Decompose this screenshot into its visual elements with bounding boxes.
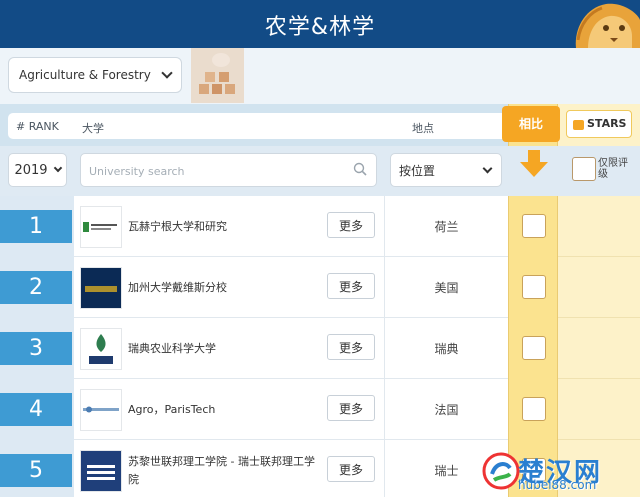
page-title: 农学&林学: [264, 15, 376, 40]
year-selected: 2019: [14, 162, 48, 178]
university-search-input[interactable]: [89, 161, 339, 181]
lion-mascot-icon: [575, 3, 640, 48]
subject-dropdown[interactable]: Agriculture & Forestry: [8, 57, 182, 93]
compare-checkbox[interactable]: [522, 336, 546, 360]
rank-number: 1: [0, 210, 72, 243]
subject-selected: Agriculture & Forestry: [19, 68, 151, 82]
rank-column-header[interactable]: # RANK: [16, 120, 59, 133]
university-name[interactable]: 瑞典农业科学大学: [128, 318, 318, 379]
location-dropdown[interactable]: 按位置: [390, 153, 502, 187]
university-column-header[interactable]: 大学: [82, 120, 104, 136]
chevron-down-icon: [161, 67, 173, 79]
table-row: 3 瑞典农业科学大学 更多 瑞典: [0, 318, 640, 379]
agroparistech-logo: [80, 389, 122, 431]
rank-number: 5: [0, 454, 72, 487]
subject-bar: Agriculture & Forestry: [0, 48, 640, 104]
table-row: 4 Agro，ParisTech 更多 法国: [0, 379, 640, 440]
location-selected: 按位置: [399, 163, 436, 178]
compare-checkbox[interactable]: [522, 214, 546, 238]
compare-checkbox[interactable]: [522, 275, 546, 299]
stars-only-checkbox[interactable]: [572, 157, 596, 181]
search-icon[interactable]: [353, 162, 367, 176]
watermark-url: hubei88.com: [518, 478, 597, 492]
wageningen-logo: [80, 206, 122, 248]
university-name[interactable]: 瓦赫宁根大学和研究: [128, 196, 318, 257]
year-dropdown[interactable]: 2019: [8, 153, 67, 187]
arrow-down-icon: [520, 150, 548, 177]
country-name: 瑞典: [434, 342, 459, 356]
more-button[interactable]: 更多: [327, 212, 375, 238]
more-button[interactable]: 更多: [327, 334, 375, 360]
chevron-down-icon: [482, 163, 493, 173]
location-column-header[interactable]: 地点: [412, 120, 434, 136]
country-name: 美国: [434, 281, 459, 295]
country-name: 荷兰: [434, 220, 459, 234]
stars-only-label: 仅限评级: [598, 158, 628, 180]
eth-logo: [80, 450, 122, 492]
country-name: 法国: [434, 403, 459, 417]
ucdavis-logo: [80, 267, 122, 309]
rank-number: 3: [0, 332, 72, 365]
rank-number: 4: [0, 393, 72, 426]
university-name[interactable]: 加州大学戴维斯分校: [128, 257, 318, 318]
chevron-down-icon: [53, 163, 62, 173]
stars-column-header[interactable]: STARS: [566, 110, 632, 138]
slu-logo: [80, 328, 122, 370]
more-button[interactable]: 更多: [327, 273, 375, 299]
search-box: [80, 153, 377, 187]
more-button[interactable]: 更多: [327, 395, 375, 421]
table-row: 2 加州大学戴维斯分校 更多 美国: [0, 257, 640, 318]
page-header: 农学&林学: [0, 0, 640, 48]
compare-checkbox[interactable]: [522, 397, 546, 421]
stars-logo-icon: [573, 120, 584, 130]
university-name[interactable]: Agro，ParisTech: [128, 379, 318, 440]
stars-label: STARS: [587, 117, 627, 130]
watermark-logo-icon: [482, 452, 520, 490]
rank-number: 2: [0, 271, 72, 304]
university-name[interactable]: 苏黎世联邦理工学院 - 瑞士联邦理工学院: [128, 440, 318, 497]
more-button[interactable]: 更多: [327, 456, 375, 482]
subject-thumbnail: [191, 48, 244, 103]
compare-column-header[interactable]: 相比: [502, 106, 560, 142]
table-row: 1 瓦赫宁根大学和研究 更多 荷兰: [0, 196, 640, 257]
